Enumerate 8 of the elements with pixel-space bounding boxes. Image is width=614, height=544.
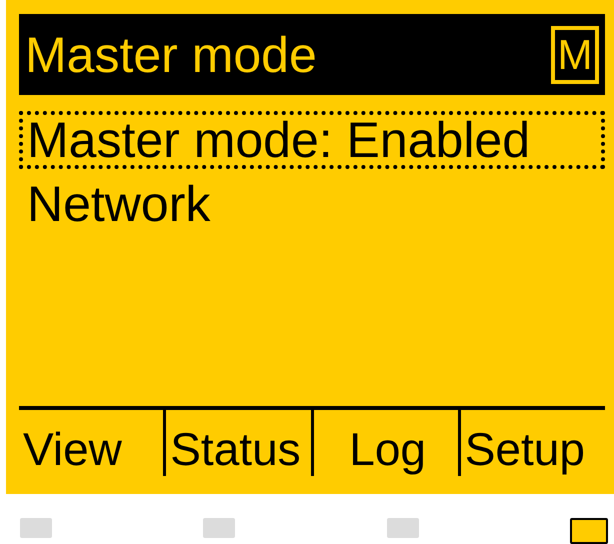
softkey-label[interactable]: View	[19, 410, 164, 476]
menu-item[interactable]: Master mode: Enabled	[19, 111, 605, 169]
softkey-label[interactable]: Setup	[458, 410, 605, 476]
screen-title: Master mode	[25, 30, 317, 80]
menu-item[interactable]: Network	[19, 175, 605, 233]
softkey-label[interactable]: Log	[310, 410, 458, 476]
softkey-label[interactable]: Status	[163, 410, 310, 476]
mode-badge: M	[551, 26, 599, 84]
